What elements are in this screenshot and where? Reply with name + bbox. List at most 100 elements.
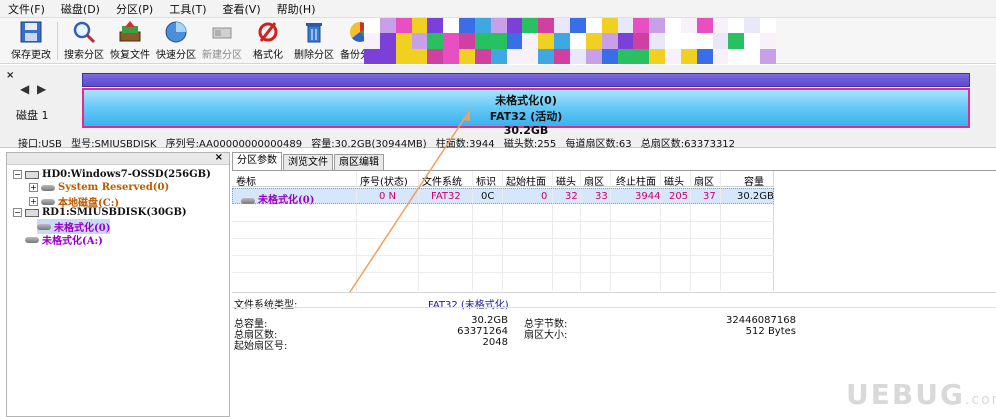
disk-icon (25, 170, 39, 179)
mosaic-block (744, 33, 761, 49)
col-start-cylinder[interactable]: 起始柱面 (506, 173, 546, 188)
mosaic-block (728, 48, 745, 64)
start-sector-value: 2048 (482, 337, 508, 348)
new-partition-button[interactable]: 新建分区 (199, 18, 245, 64)
col-end-cylinder[interactable]: 终止柱面 (616, 173, 656, 188)
grid-line (232, 255, 774, 256)
collapse-icon[interactable]: − (13, 170, 22, 179)
mosaic-block (744, 48, 761, 64)
expand-icon[interactable]: + (29, 183, 38, 192)
mosaic-block (554, 18, 570, 34)
sector-size-value: 512 Bytes (745, 326, 796, 337)
mosaic-block (665, 33, 681, 49)
mosaic-block (364, 33, 380, 49)
disk-total-sectors: 总扇区数:63373312 (640, 139, 736, 150)
delete-partition-button[interactable]: 删除分区 (291, 18, 337, 64)
mosaic-block (364, 48, 380, 64)
row-end-cylinder: 3944 (635, 191, 661, 202)
mosaic-block (474, 18, 491, 34)
tree-node-unformatted-a[interactable]: 未格式化(A:) (25, 232, 103, 247)
watermark-text: UEBUG (846, 378, 965, 411)
format-button[interactable]: 格式化 (245, 18, 291, 64)
pixelated-region (364, 18, 776, 64)
recover-files-label: 恢复文件 (110, 50, 150, 61)
site-watermark: UEBUG.com (846, 378, 996, 411)
menu-partition[interactable]: 分区(P) (116, 1, 153, 17)
menu-file[interactable]: 文件(F) (8, 1, 45, 17)
grid-line (232, 238, 774, 239)
mosaic-block (427, 18, 444, 34)
col-start-sector[interactable]: 扇区 (584, 173, 604, 188)
save-changes-button[interactable]: 保存更改 (8, 18, 54, 64)
col-id[interactable]: 标识 (476, 173, 496, 188)
mosaic-block (633, 48, 650, 64)
menu-view[interactable]: 查看(V) (223, 1, 261, 17)
grid-vline (720, 171, 721, 291)
row-volume-label: 未格式化(0) (241, 191, 314, 206)
mosaic-block (696, 48, 713, 64)
toolbar-separator (57, 22, 58, 60)
mosaic-block (443, 48, 460, 64)
mosaic-block (459, 33, 475, 49)
quick-partition-button[interactable]: 快速分区 (153, 18, 199, 64)
menu-disk[interactable]: 磁盘(D) (61, 1, 100, 17)
tab-partition-params[interactable]: 分区参数 (232, 152, 282, 170)
props-divider (232, 307, 996, 308)
table-row[interactable]: 未格式化(0) 0 N FAT32 0C 0 32 33 3944 205 37… (232, 188, 774, 206)
mosaic-block (506, 48, 523, 64)
menu-bar: 文件(F) 磁盘(D) 分区(P) 工具(T) 查看(V) 帮助(H) (0, 0, 996, 18)
tab-sector-edit[interactable]: 扇区编辑 (334, 154, 384, 170)
mosaic-block (680, 33, 697, 49)
tree-node-hd0[interactable]: − HD0:Windows7-OSSD(256GB) (13, 169, 211, 180)
mosaic-block (411, 33, 428, 49)
tab-browse-files[interactable]: 浏览文件 (283, 154, 333, 170)
partition-icon (25, 236, 39, 243)
tree-node-system-reserved[interactable]: + System Reserved(0) (29, 182, 169, 193)
disk-bar[interactable] (82, 73, 970, 87)
expand-icon[interactable]: + (29, 197, 38, 206)
partition-block[interactable]: 未格式化(0) FAT32 (活动) 30.2GB (82, 88, 970, 137)
row-volume-label-text: 未格式化(0) (258, 195, 315, 206)
search-partition-label: 搜索分区 (64, 50, 104, 61)
tab-bar: 分区参数 浏览文件 扇区编辑 (232, 152, 385, 170)
delete-partition-label: 删除分区 (294, 50, 334, 61)
mosaic-block (649, 18, 666, 34)
menu-tools[interactable]: 工具(T) (169, 1, 206, 17)
mosaic-block (427, 33, 444, 49)
col-start-head[interactable]: 磁头 (556, 173, 576, 188)
watermark-suffix: .com (964, 392, 996, 408)
mosaic-block (538, 18, 555, 34)
col-index-status[interactable]: 序号(状态) (360, 173, 408, 188)
disk-map-panel: × ◀ ▶ 磁盘 1 未格式化(0) FAT32 (活动) 30.2GB 接口:… (0, 65, 996, 150)
mosaic-block (585, 18, 602, 34)
tree-node-rd1[interactable]: − RD1:SMIUSBDISK(30GB) (13, 207, 187, 218)
partition-name: 未格式化(0) (495, 94, 557, 107)
mosaic-block (443, 18, 460, 34)
col-capacity[interactable]: 容量 (744, 173, 764, 188)
grid-vline (552, 171, 553, 291)
collapse-icon[interactable]: − (13, 208, 22, 217)
col-file-system[interactable]: 文件系统 (422, 173, 462, 188)
col-volume-label[interactable]: 卷标 (236, 173, 256, 188)
format-icon (258, 22, 278, 42)
partition-icon (241, 197, 255, 204)
col-end-sector[interactable]: 扇区 (694, 173, 714, 188)
close-icon[interactable]: × (6, 70, 14, 81)
start-sector-label: 起始扇区号: (234, 341, 288, 352)
menu-help[interactable]: 帮助(H) (277, 1, 316, 17)
row-start-cylinder: 0 (541, 191, 548, 202)
mosaic-block (459, 48, 475, 64)
tree-close-icon[interactable]: × (215, 152, 223, 163)
partition-fs: FAT32 (活动) (489, 110, 563, 123)
recover-files-button[interactable]: 恢复文件 (107, 18, 153, 64)
total-bytes-value: 32446087168 (726, 315, 796, 326)
grid-vline (580, 171, 581, 291)
disk-label: 磁盘 1 (16, 109, 49, 122)
fs-type-label: 文件系统类型: (234, 300, 298, 311)
mosaic-block (601, 33, 618, 49)
col-end-head[interactable]: 磁头 (664, 173, 684, 188)
disk-nav-arrows[interactable]: ◀ ▶ (20, 82, 48, 96)
search-partition-button[interactable]: 搜索分区 (61, 18, 107, 64)
mosaic-block (680, 48, 697, 64)
disk-serial: 序列号:AA00000000000489 (165, 139, 303, 150)
